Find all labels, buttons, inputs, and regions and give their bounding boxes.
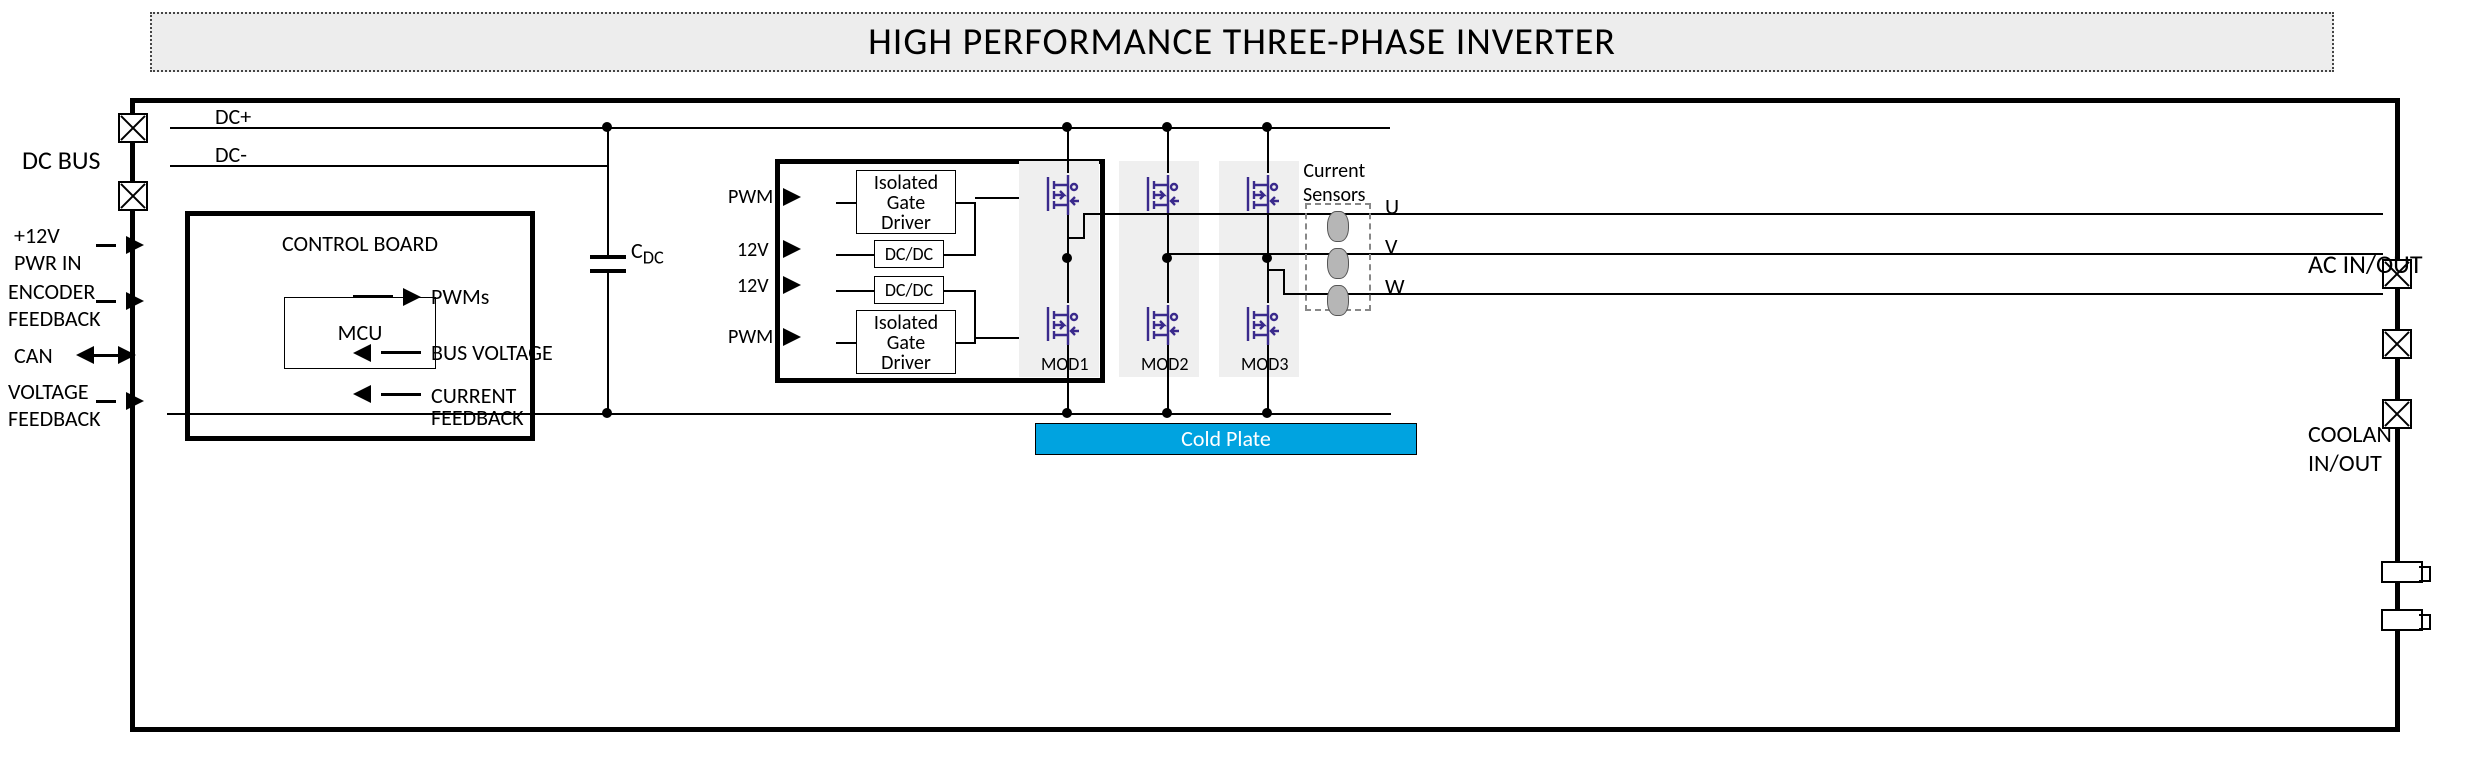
can-label: CAN [14, 342, 53, 369]
v12-label-top: 12V [737, 238, 769, 262]
pwm-label-top: PWM [728, 185, 773, 209]
mod1-label: MOD1 [1041, 353, 1089, 375]
mosfet-q1-top [1036, 171, 1082, 217]
pwm-label-bot: PWM [728, 325, 773, 349]
phase-v-label: V [1385, 233, 1397, 260]
pwms-label: PWMs [431, 283, 489, 310]
voltage-fb-label: VOLTAGE FEEDBACK [8, 378, 101, 432]
phase-u-label: U [1385, 193, 1399, 220]
cold-plate: Cold Plate [1035, 423, 1417, 455]
pwr-in-label: +12V PWR IN [14, 222, 82, 276]
ac-inout-label: AC IN/OUT [2308, 248, 2423, 280]
node-dcplus-cap [602, 122, 612, 132]
cap-lead-bot [607, 271, 609, 415]
current-sensor-w-icon [1327, 285, 1349, 316]
cap-c: C [631, 237, 643, 264]
mosfet-q2-bot [1136, 301, 1182, 347]
pwm-in-top: PWM [783, 188, 801, 206]
node-dcminus-cap [602, 408, 612, 418]
bus-voltage-signal: BUS VOLTAGE [353, 339, 553, 366]
v12-arrow-top [783, 240, 801, 258]
can-bidir-arrow [76, 346, 136, 364]
mosfet-q1-bot [1036, 301, 1082, 347]
cap-lead-top [607, 127, 609, 255]
mod2-label: MOD2 [1141, 353, 1189, 375]
voltage-fb-arrow [96, 392, 144, 410]
v12-arrow-bot [783, 276, 801, 294]
mosfet-q2-top [1136, 171, 1182, 217]
phase-w-label: W [1385, 273, 1405, 300]
bus-voltage-label: BUS VOLTAGE [431, 339, 553, 366]
mod3-label: MOD3 [1241, 353, 1289, 375]
current-sensor-u-icon [1327, 211, 1349, 242]
mosfet-q3-bot [1236, 301, 1282, 347]
v12-label-bot: 12V [737, 274, 769, 298]
current-fb-label: CURRENT FEEDBACK [431, 385, 524, 429]
encoder-arrow [96, 292, 144, 310]
current-sensors-title: Current Sensors [1303, 159, 1365, 207]
dc-minus-label: DC- [215, 141, 247, 168]
cap-sub: DC [643, 246, 664, 268]
dcdc-bot: DC/DC [874, 276, 944, 304]
current-sensor-v-icon [1327, 248, 1349, 279]
coolant-label: COOLANT IN/OUT [2308, 420, 2404, 478]
ac-v-terminal [2382, 329, 2412, 359]
control-board-title: CONTROL BOARD [190, 230, 530, 257]
dc-plus-rail [170, 127, 1390, 129]
current-sensors-box [1305, 203, 1371, 311]
pwr-in-arrow [96, 236, 144, 254]
dc-bus-label: DC BUS [22, 144, 101, 176]
inverter-enclosure: DC+ DC- CDC CONTROL BOARD MCU PWMs BUS V… [130, 98, 2400, 732]
mosfet-q3-top [1236, 171, 1282, 217]
diagram-title: HIGH PERFORMANCE THREE-PHASE INVERTER [150, 12, 2334, 72]
encoder-label: ENCODER FEEDBACK [8, 278, 101, 332]
current-fb-signal: CURRENT FEEDBACK [353, 385, 524, 429]
dc-minus-terminal [118, 181, 148, 211]
dc-plus-label: DC+ [215, 103, 251, 130]
capacitor-label: CDC [631, 237, 664, 268]
dc-plus-terminal [118, 113, 148, 143]
coolant-port-out [2381, 609, 2423, 631]
iso-gate-driver-top: Isolated Gate Driver [856, 170, 956, 234]
iso-gate-driver-bot: Isolated Gate Driver [856, 310, 956, 374]
node-phase-u [1062, 253, 1072, 263]
dcdc-top: DC/DC [874, 240, 944, 268]
coolant-port-in [2381, 561, 2423, 583]
pwm-in-bot: PWM [783, 328, 801, 346]
pwms-signal: PWMs [353, 283, 489, 310]
diagram-canvas: HIGH PERFORMANCE THREE-PHASE INVERTER DC… [0, 0, 2480, 780]
